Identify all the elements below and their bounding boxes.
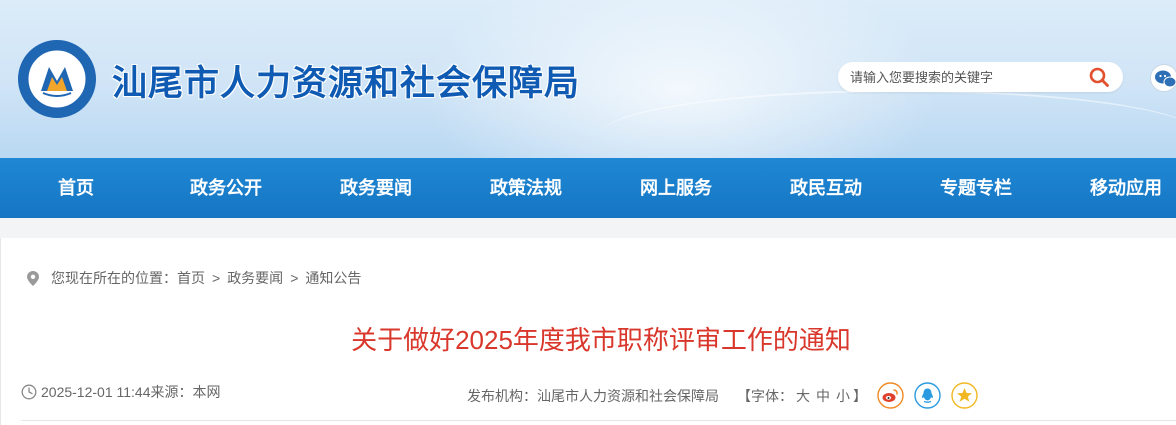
emblem-logo-icon[interactable] (18, 40, 96, 118)
site-header: 汕尾市人力资源和社会保障局 (0, 0, 1176, 158)
publisher-label: 发布机构： (467, 387, 537, 404)
qq-icon[interactable] (914, 382, 941, 409)
nav-item-interaction[interactable]: 政民互动 (776, 158, 876, 218)
search-icon[interactable] (1088, 66, 1110, 88)
nav-item-mobile-apps[interactable]: 移动应用 (1076, 158, 1176, 218)
nav-item-online-services[interactable]: 网上服务 (626, 158, 726, 218)
site-title[interactable]: 汕尾市人力资源和社会保障局 (112, 55, 580, 106)
nav-item-news[interactable]: 政务要闻 (326, 158, 426, 218)
breadcrumb: 您现在所在的位置： 首页 > 政务要闻 > 通知公告 (27, 268, 361, 288)
search-input[interactable] (850, 67, 1080, 87)
search-box (838, 62, 1123, 92)
main-nav: 首页 政务公开 政务要闻 政策法规 网上服务 政民互动 专题专栏 移动应用 (0, 158, 1176, 218)
clock-icon (21, 384, 37, 400)
source-label: 来源： (150, 384, 193, 400)
font-size-small-button[interactable]: 小 (836, 386, 850, 406)
nav-item-special-topics[interactable]: 专题专栏 (926, 158, 1026, 218)
breadcrumb-news[interactable]: 政务要闻 (227, 268, 283, 288)
breadcrumb-notices[interactable]: 通知公告 (305, 268, 361, 288)
article-title: 关于做好2025年度我市职称评审工作的通知 (351, 325, 851, 355)
font-size-medium-button[interactable]: 中 (816, 386, 830, 406)
qzone-icon[interactable] (951, 382, 978, 409)
nav-item-home[interactable]: 首页 (36, 158, 116, 218)
font-size-open: 【字体： (737, 387, 793, 404)
nav-item-government-affairs[interactable]: 政务公开 (176, 158, 276, 218)
article-meta-right: 发布机构： 汕尾市人力资源和社会保障局 【字体： 大 中 小 】 (467, 382, 978, 409)
nav-item-policies[interactable]: 政策法规 (476, 158, 576, 218)
meta-divider (21, 420, 1176, 421)
breadcrumb-prefix: 您现在所在的位置： (51, 270, 177, 286)
breadcrumb-home[interactable]: 首页 (177, 268, 205, 288)
breadcrumb-separator: > (290, 270, 299, 286)
wechat-icon[interactable] (1150, 64, 1176, 92)
publish-date: 2025-12-01 11:44 (41, 384, 151, 400)
font-size-close: 】 (853, 387, 867, 404)
breadcrumb-separator: > (212, 270, 221, 286)
weibo-icon[interactable] (877, 382, 904, 409)
publisher-value: 汕尾市人力资源和社会保障局 (537, 387, 719, 404)
source-value: 本网 (192, 384, 221, 400)
location-pin-icon (27, 270, 39, 286)
article-meta-left: 2025-12-01 11:44 来源： 本网 (21, 382, 221, 402)
article-panel: 您现在所在的位置： 首页 > 政务要闻 > 通知公告 关于做好2025年度我市职… (0, 238, 1176, 425)
font-size-large-button[interactable]: 大 (796, 386, 810, 406)
